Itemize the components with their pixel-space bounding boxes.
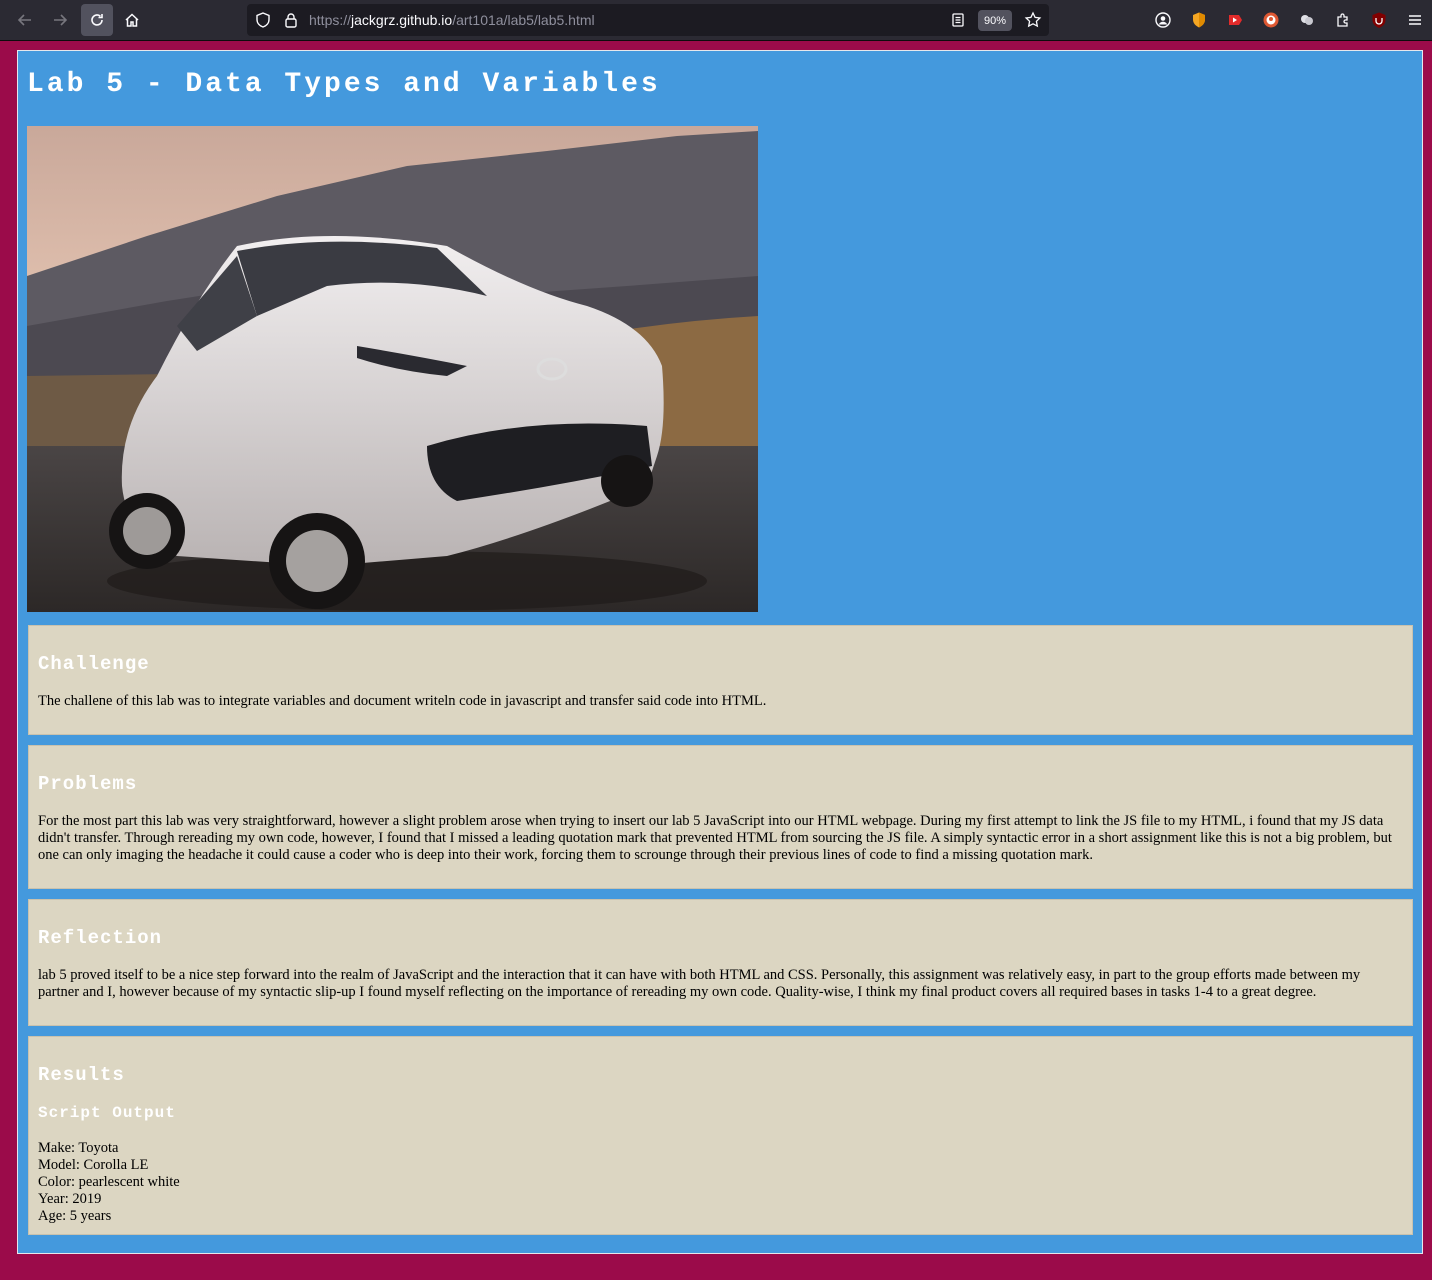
home-button[interactable] — [116, 4, 148, 36]
reflection-text: lab 5 proved itself to be a nice step fo… — [38, 967, 1361, 1000]
problems-heading: Problems — [38, 773, 138, 795]
shield-icon[interactable] — [254, 11, 272, 29]
browser-toolbar: https://jackgrz.github.io/art101a/lab5/l… — [0, 0, 1432, 41]
challenge-text: The challene of this lab was to integrat… — [38, 693, 767, 709]
car-photo — [27, 126, 758, 612]
page-container: Lab 5 - Data Types and Variables Challen… — [17, 50, 1423, 1254]
challenge-heading: Challenge — [38, 653, 150, 675]
duckduckgo-icon[interactable] — [1262, 11, 1280, 29]
challenge-section: Challenge The challene of this lab was t… — [28, 625, 1413, 735]
url-text[interactable]: https://jackgrz.github.io/art101a/lab5/l… — [309, 12, 595, 28]
extension-cloud-icon[interactable] — [1298, 11, 1316, 29]
lock-icon[interactable] — [282, 11, 300, 29]
results-heading: Results — [38, 1064, 125, 1086]
bookmark-star-icon[interactable] — [1024, 11, 1042, 29]
results-section: Results Script Output Make: Toyota Model… — [28, 1036, 1413, 1235]
reload-button[interactable] — [81, 4, 113, 36]
reload-icon — [91, 14, 103, 26]
youtube-extension-icon[interactable] — [1226, 11, 1244, 29]
url-scheme: https:// — [309, 12, 352, 28]
problems-section: Problems For the most part this lab was … — [28, 745, 1413, 889]
car-photo-illustration — [27, 126, 758, 612]
arrow-left-icon — [17, 14, 31, 26]
privacy-badger-icon[interactable] — [1190, 11, 1208, 29]
arrow-right-icon — [54, 14, 68, 26]
zoom-level-badge[interactable]: 90% — [978, 10, 1012, 31]
extensions-puzzle-icon[interactable] — [1334, 11, 1352, 29]
reflection-heading: Reflection — [38, 927, 163, 949]
output-line-color: Color: pearlescent white — [38, 1174, 180, 1190]
problems-text: For the most part this lab was very stra… — [38, 813, 1392, 863]
reflection-section: Reflection lab 5 proved itself to be a n… — [28, 899, 1413, 1026]
output-line-model: Model: Corolla LE — [38, 1157, 149, 1173]
url-path: /art101a/lab5/lab5.html — [452, 12, 595, 28]
ublock-origin-icon[interactable] — [1370, 11, 1388, 29]
script-output-heading: Script Output — [38, 1104, 176, 1122]
url-host: jackgrz.github.io — [351, 12, 453, 28]
output-line-year: Year: 2019 — [38, 1191, 102, 1207]
back-button[interactable] — [9, 4, 41, 36]
home-icon — [125, 13, 139, 27]
reader-view-icon[interactable] — [949, 11, 967, 29]
page-title: Lab 5 - Data Types and Variables — [27, 69, 661, 100]
forward-button[interactable] — [44, 4, 76, 36]
menu-hamburger-icon[interactable] — [1406, 11, 1424, 29]
output-line-make: Make: Toyota — [38, 1140, 119, 1156]
address-bar[interactable]: https://jackgrz.github.io/art101a/lab5/l… — [247, 4, 1049, 36]
output-line-age: Age: 5 years — [38, 1208, 112, 1224]
account-icon[interactable] — [1154, 11, 1172, 29]
